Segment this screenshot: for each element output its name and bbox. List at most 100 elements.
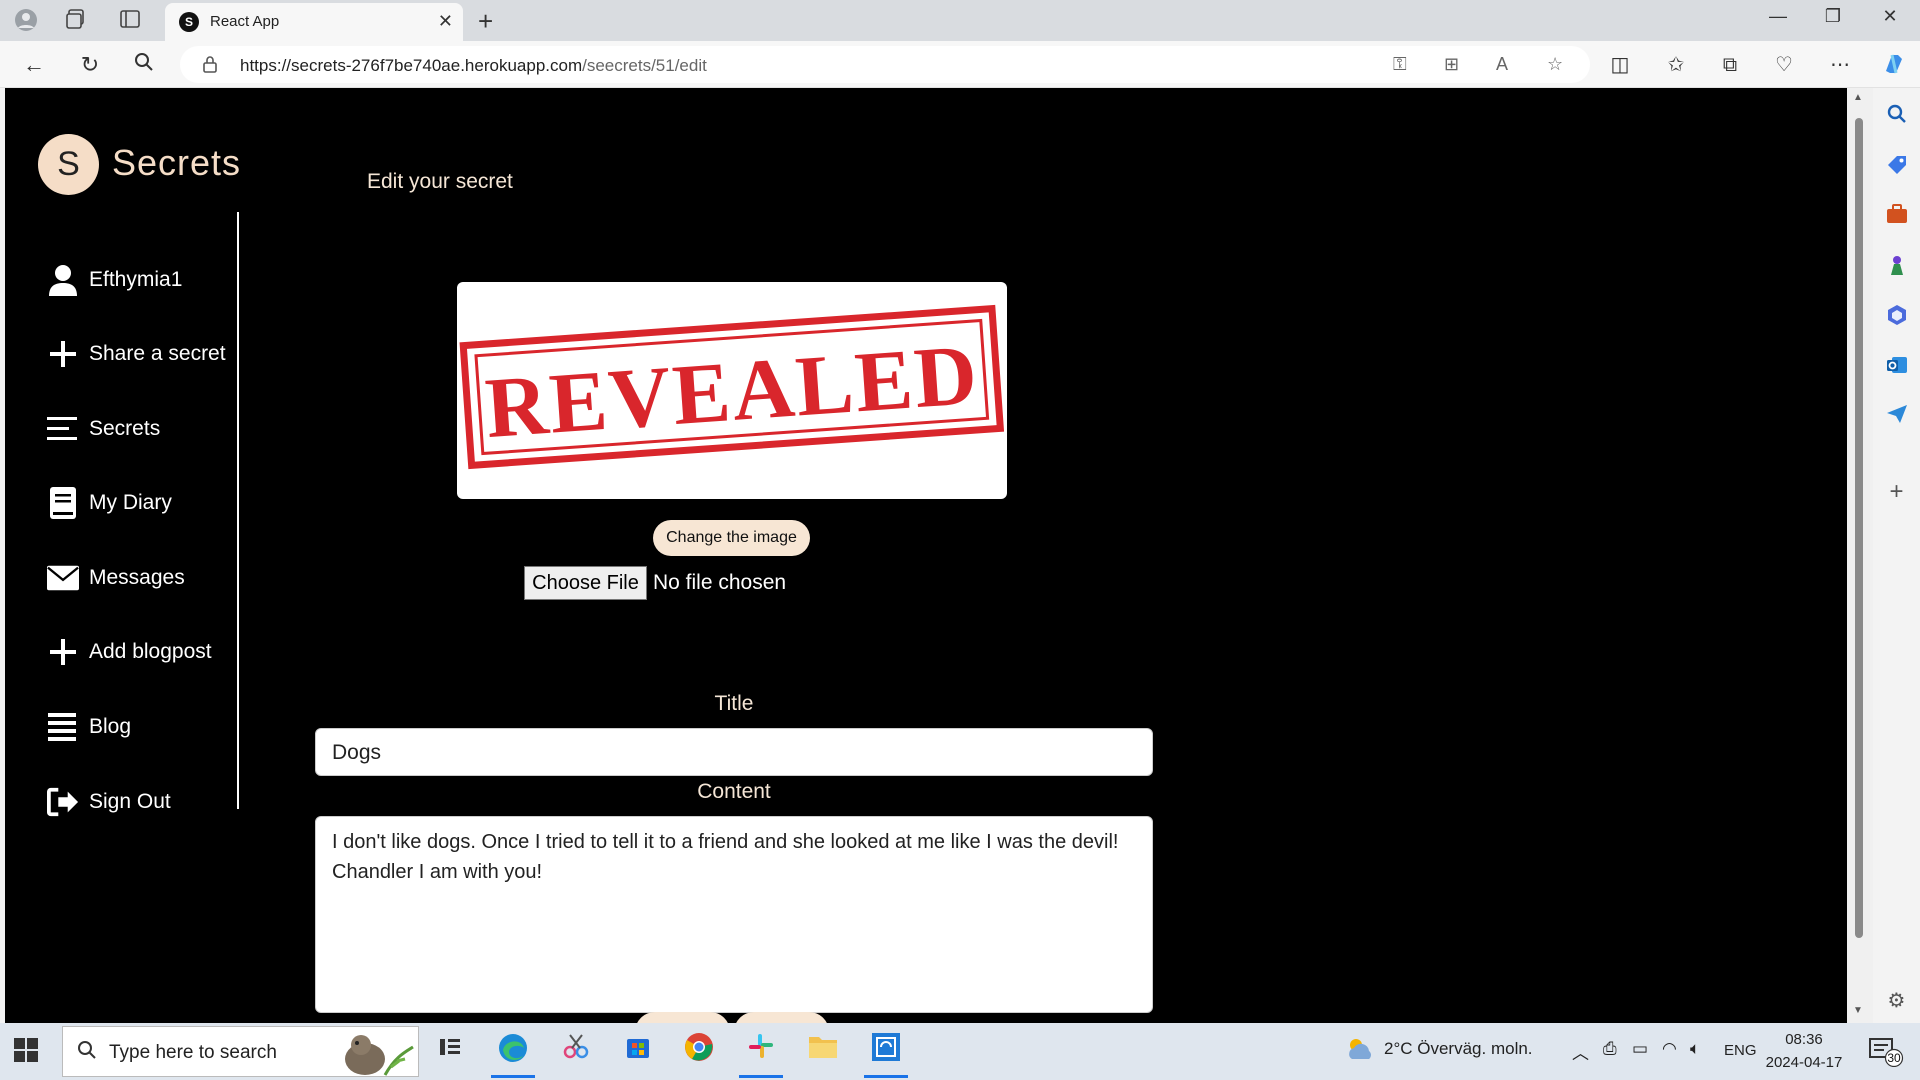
minimize-icon[interactable]: — <box>1758 6 1798 27</box>
read-aloud-icon[interactable]: A <box>1496 54 1508 75</box>
close-window-icon[interactable]: ✕ <box>1870 6 1910 27</box>
restore-icon[interactable]: ❐ <box>1813 6 1853 27</box>
sidebar-settings-icon[interactable]: ⚙ <box>1873 988 1920 1013</box>
battery-icon[interactable]: ▭ <box>1632 1039 1648 1059</box>
scroll-down-icon[interactable]: ▼ <box>1853 1005 1863 1016</box>
snipping-tool-icon[interactable] <box>556 1032 596 1072</box>
task-view-icon[interactable] <box>430 1032 470 1072</box>
close-tab-icon[interactable]: ✕ <box>438 11 453 32</box>
weather-text[interactable]: 2°C Överväg. moln. <box>1384 1039 1533 1059</box>
volume-icon[interactable]: 🔈︎ <box>1690 1039 1700 1059</box>
secret-image: REVEALED <box>457 282 1007 499</box>
notification-count: 30 <box>1887 1051 1901 1065</box>
sidebar-item-blog[interactable]: Blog <box>47 707 131 747</box>
page-title: Edit your secret <box>367 170 513 193</box>
show-hidden-icons-icon[interactable]: ︿ <box>1572 1039 1589 1064</box>
sidebar-item-sign-out[interactable]: Sign Out <box>47 782 171 822</box>
list-icon <box>47 713 79 741</box>
favorites-icon[interactable]: ✩ <box>1662 51 1690 79</box>
windows-start-icon[interactable] <box>14 1038 40 1064</box>
remote-app-icon[interactable] <box>866 1032 906 1072</box>
taskbar-clock[interactable]: 08:36 2024-04-17 <box>1764 1028 1844 1074</box>
tools-icon[interactable] <box>1873 204 1920 230</box>
weather-cloud-icon[interactable] <box>1344 1035 1376 1068</box>
search-icon <box>77 1040 97 1066</box>
split-screen-icon[interactable]: ◫ <box>1606 51 1634 79</box>
sidebar-item-profile[interactable]: Efthymia1 <box>47 260 182 300</box>
notification-icon[interactable]: 30 <box>1868 1037 1904 1072</box>
sidebar-item-messages[interactable]: Messages <box>47 558 185 598</box>
profile-icon[interactable] <box>14 8 38 32</box>
favicon-icon: S <box>179 12 199 32</box>
tab-react-app[interactable]: S React App ✕ <box>165 3 463 41</box>
logo-text[interactable]: Secrets <box>112 142 241 184</box>
search-icon[interactable] <box>130 51 158 79</box>
browser-titlebar: S React App ✕ + — ❐ ✕ <box>0 0 1920 41</box>
games-icon[interactable] <box>1873 254 1920 282</box>
send-icon[interactable] <box>1873 404 1920 430</box>
workspaces-icon[interactable] <box>64 8 88 32</box>
slack-icon[interactable] <box>741 1032 781 1072</box>
content-textarea[interactable]: I don't like dogs. Once I tried to tell … <box>315 816 1153 1013</box>
change-image-button[interactable]: Change the image <box>653 520 810 556</box>
page-scrollbar[interactable]: ▲ ▼ <box>1847 88 1873 1023</box>
language-indicator[interactable]: ENG <box>1724 1042 1757 1059</box>
wifi-icon[interactable]: ◠ <box>1662 1039 1677 1059</box>
envelope-icon <box>47 565 79 591</box>
copilot-icon[interactable] <box>1880 51 1908 79</box>
clock-date: 2024-04-17 <box>1765 1054 1843 1071</box>
cancel-button[interactable] <box>734 1012 829 1023</box>
sidebar-item-label: Sign Out <box>89 790 171 813</box>
sidebar-item-secrets[interactable]: Secrets <box>47 409 160 449</box>
book-icon <box>47 487 79 519</box>
browser-navbar: ← ↻ https://secrets-276f7be740ae.herokua… <box>0 41 1920 88</box>
submit-button[interactable] <box>635 1012 730 1023</box>
scroll-thumb[interactable] <box>1855 118 1863 938</box>
outlook-icon[interactable] <box>1873 354 1920 382</box>
apps-icon[interactable]: ⊞ <box>1444 54 1459 75</box>
address-bar[interactable]: https://secrets-276f7be740ae.herokuapp.c… <box>180 46 1590 83</box>
browser-essentials-icon[interactable]: ♡ <box>1770 51 1798 79</box>
sidebar-item-add-blogpost[interactable]: Add blogpost <box>47 632 212 672</box>
office-icon[interactable] <box>1873 304 1920 332</box>
sidebar-item-label: Messages <box>89 566 185 589</box>
active-app-indicator <box>491 1075 535 1078</box>
new-tab-icon[interactable]: + <box>478 6 493 37</box>
sidebar-item-my-diary[interactable]: My Diary <box>47 483 172 523</box>
search-highlight-icon <box>325 1027 417 1080</box>
favorite-star-icon[interactable]: ☆ <box>1547 54 1563 75</box>
refresh-icon[interactable]: ↻ <box>76 51 104 79</box>
choose-file-button[interactable]: Choose File <box>524 566 647 600</box>
more-options-icon[interactable]: ⋯ <box>1826 51 1854 79</box>
taskbar-search[interactable]: Type here to search <box>62 1026 419 1077</box>
key-icon[interactable]: ⚿ <box>1393 54 1407 75</box>
collections-icon[interactable]: ⧉ <box>1716 51 1744 79</box>
edge-taskbar-icon[interactable] <box>493 1032 533 1072</box>
back-icon[interactable]: ← <box>20 51 48 79</box>
logo-circle[interactable]: S <box>38 134 99 195</box>
user-icon <box>47 264 79 296</box>
tab-actions-icon[interactable] <box>118 8 142 32</box>
shopping-tag-icon[interactable] <box>1873 154 1920 182</box>
search-icon[interactable] <box>1873 104 1920 130</box>
title-input[interactable]: Dogs <box>315 728 1153 776</box>
url-text[interactable]: https://secrets-276f7be740ae.herokuapp.c… <box>240 56 707 76</box>
sidebar-item-share-a-secret[interactable]: Share a secret <box>47 334 226 374</box>
file-explorer-icon[interactable] <box>803 1032 843 1072</box>
meet-icon[interactable]: ⎙ <box>1603 1039 1617 1059</box>
file-status-text: No file chosen <box>653 571 787 594</box>
sidebar-item-label: Secrets <box>89 417 161 440</box>
sidebar-item-label: My Diary <box>89 491 172 514</box>
title-label: Title <box>714 692 754 715</box>
store-icon[interactable] <box>618 1032 658 1072</box>
add-sidebar-app-icon[interactable]: + <box>1873 478 1920 506</box>
sidebar-divider <box>237 212 239 809</box>
plus-icon <box>47 639 79 665</box>
edge-sidebar: + ⚙ <box>1873 88 1920 1023</box>
lock-icon[interactable] <box>202 55 218 78</box>
sidebar-item-label: Blog <box>89 715 132 738</box>
chrome-icon[interactable] <box>679 1032 719 1072</box>
page-content: S Secrets Efthymia1 Share a secret Secre… <box>5 88 1847 1023</box>
clock-time: 08:36 <box>1785 1031 1823 1048</box>
scroll-up-icon[interactable]: ▲ <box>1853 92 1863 103</box>
